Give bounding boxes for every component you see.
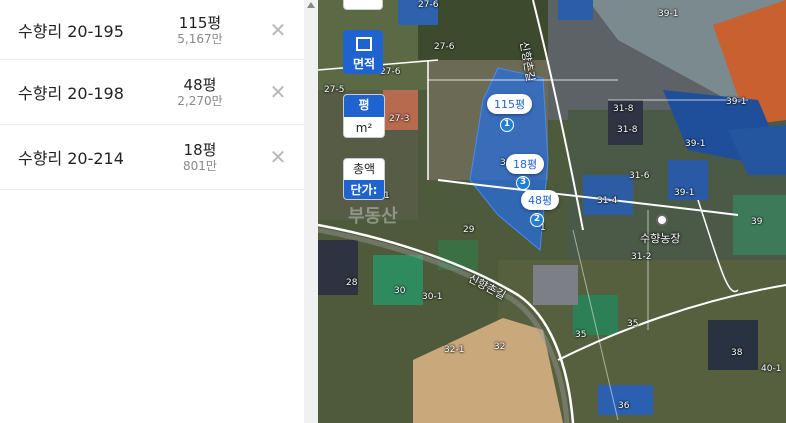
parcel-price: 801만	[183, 159, 217, 173]
parcel-number-label: 36	[618, 401, 630, 411]
scroll-up-arrow-icon[interactable]	[307, 2, 315, 8]
parcel-price: 2,270만	[177, 94, 223, 108]
list-item[interactable]: 수향리 20-198 48평 2,270만 ✕	[0, 60, 304, 125]
parcel-number-badge[interactable]: 3	[516, 176, 530, 190]
parcel-number-label: 27-6	[434, 42, 455, 52]
list-item[interactable]: 수향리 20-214 18평 801만 ✕	[0, 125, 304, 190]
parcel-list-panel: 수향리 20-195 115평 5,167만 ✕ 수향리 20-198 48평 …	[0, 0, 304, 423]
parcel-number-label: 31-4	[597, 196, 618, 206]
parcel-number-label: 31-8	[613, 104, 634, 114]
parcel-number-label: 31-8	[617, 125, 638, 135]
unit-pyeong-option[interactable]: 평	[344, 95, 384, 117]
unit-m2-option[interactable]: m²	[344, 117, 384, 137]
parcel-summary: 48평 2,270만	[160, 76, 240, 108]
parcel-number-label: 27-5	[324, 85, 345, 95]
parcel-area-marker[interactable]: 48평	[521, 190, 560, 210]
parcel-address: 수향리 20-198	[18, 84, 124, 103]
map-control-top[interactable]	[343, 0, 383, 10]
parcel-number-label: 30	[394, 286, 406, 296]
watermark: 부동산	[348, 206, 398, 227]
area-measure-button[interactable]: 면적	[343, 30, 383, 74]
parcel-number-badge[interactable]: 2	[530, 213, 544, 227]
parcel-number-label: 39-1	[726, 97, 747, 107]
parcel-area: 18평	[183, 141, 217, 159]
price-toggle[interactable]: 총액 단가:	[343, 158, 385, 200]
parcel-number-label: 31-2	[631, 252, 652, 262]
close-icon[interactable]: ✕	[268, 147, 288, 167]
parcel-number-label: 35	[627, 319, 639, 329]
parcel-summary: 115평 5,167만	[160, 14, 240, 46]
parcel-address: 수향리 20-195	[18, 21, 124, 41]
scrollbar[interactable]	[304, 0, 318, 423]
parcel-number-label: 31-6	[629, 171, 650, 181]
price-total-option[interactable]: 총액	[344, 159, 384, 180]
place-label: 수향농장	[640, 232, 681, 245]
parcel-number-label: 32	[494, 342, 506, 352]
parcel-price: 5,167만	[177, 31, 223, 46]
parcel-number-label: 39	[751, 217, 763, 227]
parcel-number-label: 27-6	[418, 0, 439, 10]
parcel-area-marker[interactable]: 115평	[487, 94, 533, 114]
parcel-number-label: 29	[463, 225, 475, 235]
area-measure-label: 면적	[352, 57, 376, 71]
parcel-number-label: 39-1	[674, 188, 695, 198]
parcel-number-label: 28	[346, 278, 358, 288]
parcel-area: 115평	[178, 13, 222, 32]
parcel-number-label: 40-1	[761, 364, 782, 374]
close-icon[interactable]: ✕	[268, 20, 288, 40]
close-icon[interactable]: ✕	[268, 82, 288, 102]
app: 수향리 20-195 115평 5,167만 ✕ 수향리 20-198 48평 …	[0, 0, 786, 423]
parcel-number-label: 3	[500, 158, 506, 168]
parcel-area: 48평	[183, 76, 217, 94]
parcel-area-marker[interactable]: 18평	[506, 154, 545, 174]
parcel-number-label: 35	[575, 330, 587, 340]
place-marker-icon[interactable]	[656, 214, 668, 226]
parcel-number-badge[interactable]: 1	[500, 118, 514, 132]
parcel-address: 수향리 20-214	[18, 149, 124, 168]
parcel-number-label: 30-1	[422, 292, 443, 302]
list-item[interactable]: 수향리 20-195 115평 5,167만 ✕	[0, 0, 304, 60]
satellite-map[interactable]: 27-6 27-6 27-6 27-5 27-3 39-1 39-1 39-1 …	[318, 0, 786, 423]
parcel-number-label: 39-1	[685, 139, 706, 149]
parcel-number-label: 27-3	[389, 114, 410, 124]
parcel-number-label: 32-1	[444, 345, 465, 355]
price-unit-option[interactable]: 단가:	[344, 180, 384, 199]
unit-toggle[interactable]: 평 m²	[343, 94, 385, 138]
parcel-summary: 18평 801만	[160, 141, 240, 173]
parcel-number-label: 39-1	[658, 9, 679, 19]
area-square-icon	[356, 37, 372, 51]
parcel-number-label: 38	[731, 348, 743, 358]
